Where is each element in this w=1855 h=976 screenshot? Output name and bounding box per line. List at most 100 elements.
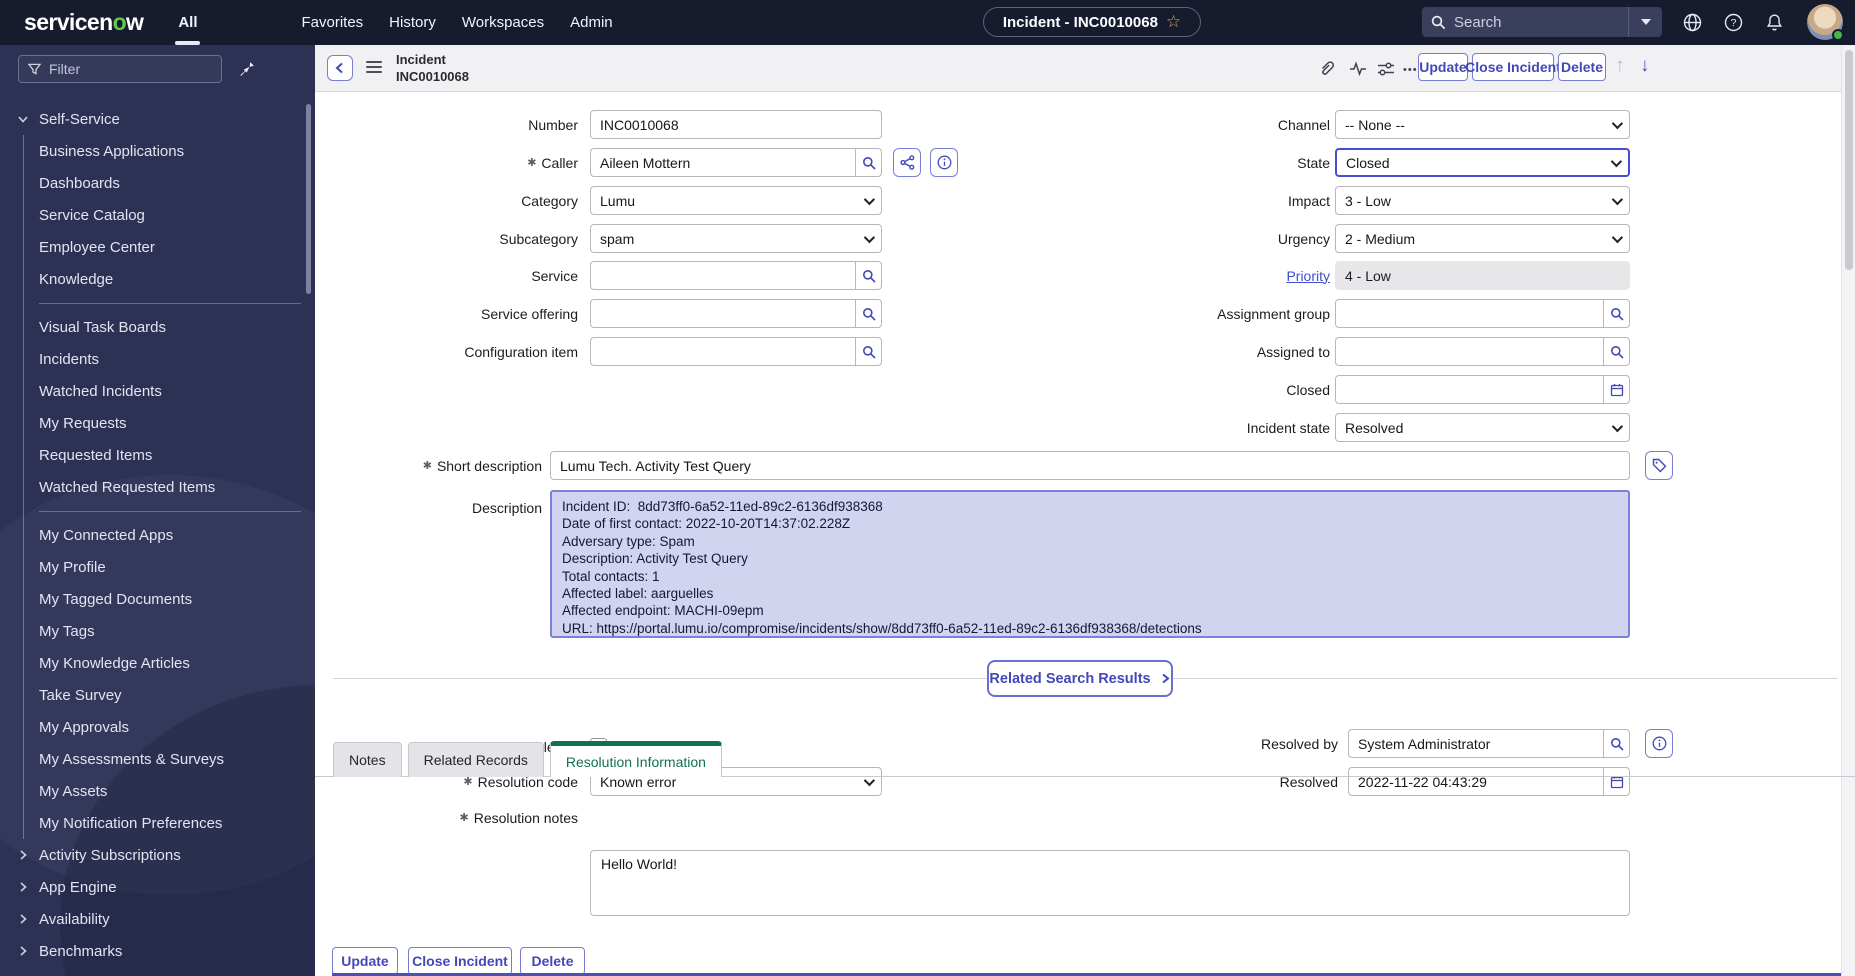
personalize-form-sliders-icon[interactable] <box>1377 60 1395 78</box>
sidebar-group-availability[interactable]: Availability <box>0 903 315 935</box>
chevron-right-icon <box>17 849 29 861</box>
resolved-input[interactable] <box>1348 767 1603 796</box>
suggestion-tag-button[interactable] <box>1645 451 1673 480</box>
sidebar-item-knowledge[interactable]: Knowledge <box>0 263 315 295</box>
nav-admin[interactable]: Admin <box>557 14 626 31</box>
service-offering-input[interactable] <box>590 299 855 328</box>
footer-delete-button[interactable]: Delete <box>520 947 585 975</box>
content-scrollbar[interactable] <box>1841 46 1855 976</box>
nav-history[interactable]: History <box>376 14 449 31</box>
form-context-menu-icon[interactable] <box>366 61 382 75</box>
configuration-item-input[interactable] <box>590 337 855 366</box>
sidebar-item-incidents[interactable]: Incidents <box>0 343 315 375</box>
sidebar-group-benchmarks[interactable]: Benchmarks <box>0 935 315 967</box>
description-textarea[interactable]: Incident ID: 8dd73ff0-6a52-11ed-89c2-613… <box>550 490 1630 638</box>
sidebar-item-my-approvals[interactable]: My Approvals <box>0 711 315 743</box>
back-button[interactable] <box>327 55 353 81</box>
sidebar-item-watched-requested-items[interactable]: Watched Requested Items <box>0 471 315 503</box>
favorite-star-icon[interactable]: ☆ <box>1166 12 1181 32</box>
sidebar-item-my-connected-apps[interactable]: My Connected Apps <box>0 519 315 551</box>
resolved-calendar-button[interactable] <box>1603 767 1630 796</box>
category-select[interactable]: Lumu <box>590 186 882 215</box>
short-description-input[interactable] <box>550 451 1630 480</box>
footer-update-button[interactable]: Update <box>332 947 398 975</box>
impact-select[interactable]: 3 - Low <box>1335 186 1630 215</box>
configuration-item-field <box>590 337 882 366</box>
resolved-by-lookup-button[interactable] <box>1603 729 1630 758</box>
sidebar-item-take-survey[interactable]: Take Survey <box>0 679 315 711</box>
activity-pulse-icon[interactable] <box>1349 60 1367 78</box>
globe-icon[interactable] <box>1683 13 1702 32</box>
sidebar-item-my-profile[interactable]: My Profile <box>0 551 315 583</box>
assignment-group-lookup-button[interactable] <box>1603 299 1630 328</box>
sidebar-group-app-engine[interactable]: App Engine <box>0 871 315 903</box>
update-button[interactable]: Update <box>1418 53 1468 81</box>
sidebar-item-business-applications[interactable]: Business Applications <box>0 135 315 167</box>
state-select[interactable]: Closed <box>1335 148 1630 177</box>
service-lookup-button[interactable] <box>855 261 882 290</box>
sidebar-item-my-requests[interactable]: My Requests <box>0 407 315 439</box>
sidebar-item-my-notification-preferences[interactable]: My Notification Preferences <box>0 807 315 839</box>
notifications-icon[interactable] <box>1765 13 1784 32</box>
sidebar-item-my-knowledge-articles[interactable]: My Knowledge Articles <box>0 647 315 679</box>
related-search-results-button[interactable]: Related Search Results <box>987 660 1173 697</box>
caller-hierarchy-button[interactable] <box>893 148 921 177</box>
service-offering-lookup-button[interactable] <box>855 299 882 328</box>
nav-all[interactable]: All <box>165 14 210 45</box>
assigned-to-lookup-button[interactable] <box>1603 337 1630 366</box>
attachment-paperclip-icon[interactable] <box>1318 60 1336 78</box>
sidebar-filter[interactable] <box>18 55 230 83</box>
channel-select[interactable]: -- None -- <box>1335 110 1630 139</box>
resolved-by-input[interactable] <box>1348 729 1603 758</box>
incident-state-select[interactable]: Resolved <box>1335 413 1630 442</box>
search-scope-dropdown[interactable] <box>1628 7 1662 37</box>
sidebar-group-self-service[interactable]: Self-Service <box>0 103 315 135</box>
global-search[interactable]: Search <box>1422 7 1662 37</box>
subcategory-select[interactable]: spam <box>590 224 882 253</box>
tab-resolution-information[interactable]: Resolution Information <box>549 741 722 777</box>
caller-lookup-button[interactable] <box>855 148 882 177</box>
caller-input[interactable] <box>590 148 855 177</box>
help-icon[interactable]: ? <box>1724 13 1743 32</box>
sidebar-item-employee-center[interactable]: Employee Center <box>0 231 315 263</box>
resolution-notes-textarea[interactable]: Hello World! <box>590 850 1630 916</box>
chevron-down-icon <box>863 231 876 243</box>
caller-label: ✱ Caller <box>527 154 578 171</box>
assigned-to-input[interactable] <box>1335 337 1603 366</box>
priority-link[interactable]: Priority <box>1286 268 1330 284</box>
servicenow-logo[interactable]: servicenow <box>24 9 144 36</box>
nav-favorites[interactable]: Favorites <box>288 14 376 31</box>
filter-input[interactable] <box>49 61 230 77</box>
resolved-by-preview-info-button[interactable] <box>1645 729 1673 758</box>
sidebar-item-my-tagged-documents[interactable]: My Tagged Documents <box>0 583 315 615</box>
sidebar-group-activity-subscriptions[interactable]: Activity Subscriptions <box>0 839 315 871</box>
sidebar-item-dashboards[interactable]: Dashboards <box>0 167 315 199</box>
configuration-item-lookup-button[interactable] <box>855 337 882 366</box>
number-input[interactable] <box>590 110 882 139</box>
sidebar-item-requested-items[interactable]: Requested Items <box>0 439 315 471</box>
scroll-down-icon[interactable]: ↓ <box>1640 55 1650 77</box>
footer-close-incident-button[interactable]: Close Incident <box>408 947 512 975</box>
delete-button[interactable]: Delete <box>1558 53 1606 81</box>
sidebar-item-my-tags[interactable]: My Tags <box>0 615 315 647</box>
pin-sidebar-icon[interactable] <box>236 58 258 80</box>
urgency-select[interactable]: 2 - Medium <box>1335 224 1630 253</box>
sidebar-item-visual-task-boards[interactable]: Visual Task Boards <box>0 311 315 343</box>
more-actions-icon[interactable]: ••• <box>1403 64 1418 82</box>
content-scrollbar-thumb[interactable] <box>1845 50 1853 270</box>
nav-workspaces[interactable]: Workspaces <box>449 14 557 31</box>
assignment-group-input[interactable] <box>1335 299 1603 328</box>
closed-calendar-button[interactable] <box>1603 375 1630 404</box>
user-avatar[interactable] <box>1807 4 1844 41</box>
tab-notes[interactable]: Notes <box>333 742 402 777</box>
sidebar-item-my-assets[interactable]: My Assets <box>0 775 315 807</box>
sidebar-item-service-catalog[interactable]: Service Catalog <box>0 199 315 231</box>
tab-related-records[interactable]: Related Records <box>407 742 544 777</box>
close-incident-button[interactable]: Close Incident <box>1465 53 1561 81</box>
service-input[interactable] <box>590 261 855 290</box>
closed-input[interactable] <box>1335 375 1603 404</box>
sidebar-item-watched-incidents[interactable]: Watched Incidents <box>0 375 315 407</box>
sidebar-item-my-assessments-surveys[interactable]: My Assessments & Surveys <box>0 743 315 775</box>
caller-preview-info-button[interactable] <box>930 148 958 177</box>
current-record-pill[interactable]: Incident - INC0010068 ☆ <box>983 7 1201 37</box>
